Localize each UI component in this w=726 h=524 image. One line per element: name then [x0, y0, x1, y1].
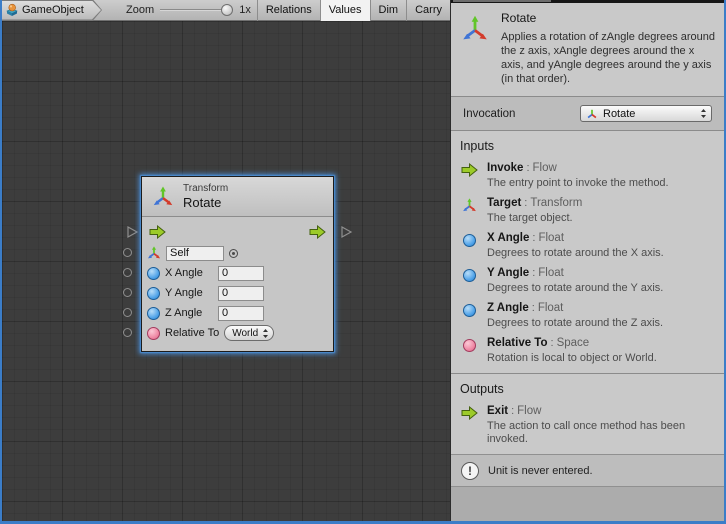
flow-arrow-icon	[460, 405, 478, 446]
x-angle-input-stub[interactable]	[123, 268, 132, 277]
input-entry-target: Target:Transform The target object.	[451, 194, 724, 229]
breadcrumb[interactable]: GameObject	[2, 0, 102, 21]
warning-bar: ! Unit is never entered.	[451, 454, 724, 487]
input-entry-invoke: Invoke:Flow The entry point to invoke th…	[451, 159, 724, 194]
y-angle-port-icon[interactable]	[147, 287, 160, 300]
zoom-label: Zoom	[126, 4, 154, 16]
gameobject-icon	[5, 3, 19, 17]
node-y-angle-row: Y Angle 0	[147, 283, 328, 303]
output-entry-exit: Exit:Flow The action to call once method…	[451, 402, 724, 450]
y-angle-input-stub[interactable]	[123, 288, 132, 297]
z-angle-label: Z Angle	[165, 307, 213, 319]
node-flow-row	[147, 221, 328, 243]
node-z-angle-row: Z Angle 0	[147, 303, 328, 323]
node-body: Self X Angle 0 Y Angle 0 Z Angle 0	[142, 217, 333, 351]
relative-to-port-icon[interactable]	[147, 327, 160, 340]
transform-icon	[152, 186, 174, 208]
bolt-graph-window: GameObject Zoom 1x Relations Values Dim …	[0, 0, 726, 524]
z-angle-input-stub[interactable]	[123, 308, 132, 317]
space-port-icon	[460, 337, 478, 365]
invocation-dropdown[interactable]: Rotate	[580, 105, 712, 122]
unit-inspector-panel: Rotate Applies a rotation of zAngle degr…	[450, 0, 724, 521]
dropdown-caret-icon	[701, 109, 706, 118]
outputs-header: Outputs	[451, 379, 724, 402]
relative-to-label: Relative To	[165, 327, 219, 339]
float-port-icon	[460, 232, 478, 260]
invocation-row: Invocation Rotate	[451, 97, 724, 131]
inputs-header: Inputs	[451, 136, 724, 159]
carry-button[interactable]: Carry	[406, 0, 450, 21]
z-angle-field[interactable]: 0	[218, 306, 264, 321]
x-angle-field[interactable]: 0	[218, 266, 264, 281]
inputs-section: Inputs Invoke:Flow The entry point to in…	[451, 131, 724, 373]
outputs-section: Outputs Exit:Flow The action to call onc…	[451, 373, 724, 454]
node-category: Transform	[183, 183, 228, 195]
y-angle-label: Y Angle	[165, 287, 213, 299]
input-entry-z-angle: Z Angle:Float Degrees to rotate around t…	[451, 299, 724, 334]
dropdown-caret-icon	[263, 329, 268, 338]
flow-out-port-icon[interactable]	[309, 225, 326, 239]
relations-button[interactable]: Relations	[257, 0, 320, 21]
graph-toolbar: GameObject Zoom 1x Relations Values Dim …	[2, 0, 450, 21]
x-angle-port-icon[interactable]	[147, 267, 160, 280]
transform-icon	[461, 11, 489, 86]
relative-to-input-stub[interactable]	[123, 328, 132, 337]
zoom-slider[interactable]	[160, 4, 233, 16]
zoom-value: 1x	[239, 4, 251, 16]
transform-icon	[460, 197, 478, 225]
flow-input-stub[interactable]	[126, 225, 139, 239]
node-target-row: Self	[147, 243, 328, 263]
dim-button[interactable]: Dim	[370, 0, 407, 21]
inspector-description: Applies a rotation of zAngle degrees aro…	[501, 30, 719, 86]
flow-in-port-icon[interactable]	[149, 225, 166, 239]
breadcrumb-label: GameObject	[22, 4, 94, 16]
inspector-top-edge	[451, 0, 724, 3]
object-picker-icon[interactable]	[229, 249, 238, 258]
x-angle-label: X Angle	[165, 267, 213, 279]
graph-canvas[interactable]: Transform Rotate	[2, 21, 450, 521]
float-port-icon	[460, 302, 478, 330]
transform-port-icon[interactable]	[147, 246, 161, 260]
warning-text: Unit is never entered.	[488, 465, 593, 477]
flow-arrow-icon	[460, 162, 478, 190]
relative-to-dropdown[interactable]: World	[224, 325, 274, 341]
invocation-label: Invocation	[463, 108, 515, 120]
node-x-angle-row: X Angle 0	[147, 263, 328, 283]
inspector-footer	[451, 487, 724, 521]
warning-icon: !	[461, 462, 479, 480]
target-field[interactable]: Self	[166, 246, 224, 261]
float-port-icon	[460, 267, 478, 295]
input-entry-y-angle: Y Angle:Float Degrees to rotate around t…	[451, 264, 724, 299]
input-entry-x-angle: X Angle:Float Degrees to rotate around t…	[451, 229, 724, 264]
rotate-unit-node[interactable]: Transform Rotate	[141, 176, 334, 352]
node-relative-to-row: Relative To World	[147, 323, 328, 343]
values-button[interactable]: Values	[320, 0, 370, 21]
node-header[interactable]: Transform Rotate	[142, 177, 333, 217]
z-angle-port-icon[interactable]	[147, 307, 160, 320]
zoom-slider-knob[interactable]	[221, 4, 233, 16]
node-title: Rotate	[183, 195, 228, 210]
y-angle-field[interactable]: 0	[218, 286, 264, 301]
inspector-header: Rotate Applies a rotation of zAngle degr…	[451, 3, 724, 97]
target-input-stub[interactable]	[123, 248, 132, 257]
toolbar-buttons: Relations Values Dim Carry	[257, 0, 450, 21]
invocation-value: Rotate	[603, 108, 635, 120]
flow-output-stub[interactable]	[340, 225, 353, 239]
input-entry-relative-to: Relative To:Space Rotation is local to o…	[451, 334, 724, 369]
transform-icon	[586, 108, 598, 120]
inspector-title: Rotate	[501, 11, 719, 25]
